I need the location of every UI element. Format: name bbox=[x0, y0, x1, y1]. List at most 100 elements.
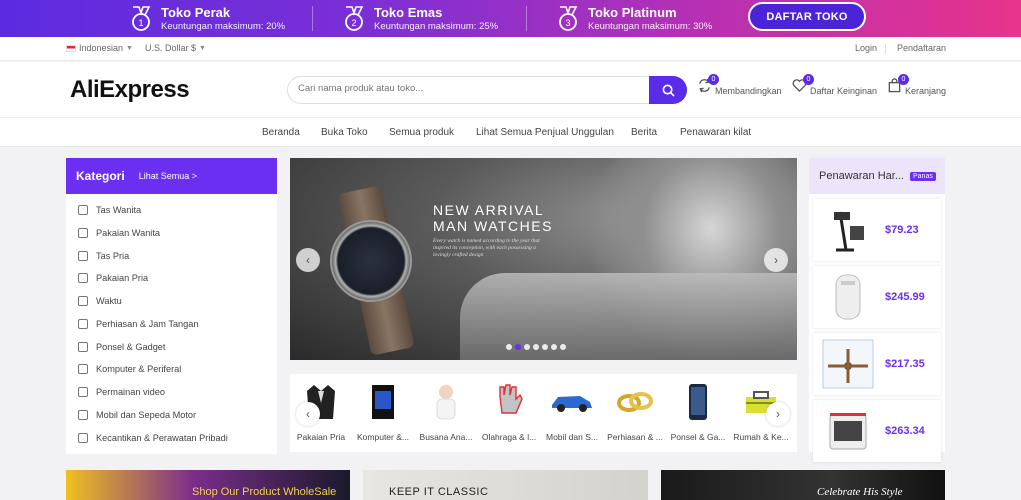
watch-image bbox=[330, 220, 412, 302]
phone-icon bbox=[676, 382, 720, 422]
category-item-womens-bags[interactable]: Tas Wanita bbox=[78, 205, 141, 215]
category-item-video-games[interactable]: Permainan video bbox=[78, 387, 165, 397]
category-item-jewelry-watches[interactable]: Perhiasan & Jam Tangan bbox=[78, 319, 199, 329]
computer-icon bbox=[78, 364, 88, 374]
divider bbox=[885, 44, 886, 54]
main-nav: Beranda Buka Toko Semua produk Lihat Sem… bbox=[0, 118, 1021, 147]
classic-banner[interactable]: KEEP IT CLASSIC bbox=[363, 470, 648, 500]
divider bbox=[526, 6, 527, 31]
login-link[interactable]: Login bbox=[855, 43, 877, 53]
search-input[interactable] bbox=[298, 83, 638, 94]
divider bbox=[312, 6, 313, 31]
promo-tier-gold: 2 Toko Emas Keuntungan maksimum: 25% bbox=[343, 0, 498, 37]
strip-next-button[interactable]: › bbox=[766, 402, 790, 426]
nav-item-top-sellers[interactable]: Lihat Semua Penjual Unggulan bbox=[476, 127, 614, 138]
deal-item[interactable]: $217.35 bbox=[813, 333, 941, 395]
register-store-button[interactable]: DAFTAR TOKO bbox=[748, 2, 866, 31]
beauty-icon bbox=[78, 433, 88, 443]
carousel-dot[interactable] bbox=[560, 344, 566, 350]
ceiling-fan-image bbox=[819, 335, 877, 393]
compare-link[interactable]: 0 Membandingkan bbox=[697, 74, 782, 96]
register-link[interactable]: Pendaftaran bbox=[897, 43, 946, 53]
compare-count-badge: 0 bbox=[708, 74, 719, 85]
vacuum-image bbox=[819, 201, 877, 259]
chevron-left-icon: ‹ bbox=[306, 407, 310, 421]
svg-text:1: 1 bbox=[138, 18, 143, 28]
deal-price: $79.23 bbox=[885, 224, 919, 236]
language-selector[interactable]: Indonesian ▼ bbox=[66, 43, 133, 53]
deal-price: $217.35 bbox=[885, 358, 925, 370]
hero-headline: NEW ARRIVAL bbox=[433, 202, 545, 218]
svg-text:2: 2 bbox=[351, 18, 356, 28]
hot-deals-title: Penawaran Har... bbox=[819, 170, 904, 182]
nav-item-home[interactable]: Beranda bbox=[262, 127, 300, 138]
category-item-phones[interactable]: Ponsel & Gadget bbox=[78, 342, 165, 352]
category-item-womens-clothing[interactable]: Pakaian Wanita bbox=[78, 228, 160, 238]
category-item-time[interactable]: Waktu bbox=[78, 296, 122, 306]
category-item-vehicles[interactable]: Mobil dan Sepeda Motor bbox=[78, 410, 196, 420]
category-item-beauty[interactable]: Kecantikan & Perawatan Pribadi bbox=[78, 433, 228, 443]
bag-icon bbox=[78, 205, 88, 215]
phone-icon bbox=[78, 342, 88, 352]
promo-tier-title: Toko Perak bbox=[161, 4, 231, 20]
compare-label: Membandingkan bbox=[715, 86, 782, 96]
category-item-computers[interactable]: Komputer & Periferal bbox=[78, 364, 181, 374]
carousel-dot[interactable] bbox=[542, 344, 548, 350]
deal-price: $263.34 bbox=[885, 425, 925, 437]
carousel-dot[interactable] bbox=[524, 344, 530, 350]
strip-item-computers[interactable]: Komputer &... bbox=[353, 382, 413, 442]
nav-item-flash-deals[interactable]: Penawaran kilat bbox=[680, 127, 751, 138]
category-item-mens-clothing[interactable]: Pakaian Pria bbox=[78, 273, 148, 283]
search-icon bbox=[662, 84, 675, 97]
carousel-dot[interactable] bbox=[515, 344, 521, 350]
deal-item[interactable]: $263.34 bbox=[813, 400, 941, 462]
strip-item-kids[interactable]: Busana Ana... bbox=[416, 382, 476, 442]
wishlist-link[interactable]: 0 Daftar Keinginan bbox=[792, 74, 877, 96]
strip-prev-button[interactable]: ‹ bbox=[296, 402, 320, 426]
strip-item-vehicles[interactable]: Mobil dan S... bbox=[542, 382, 602, 442]
hero-carousel[interactable]: NEW ARRIVAL MAN WATCHES Every watch is n… bbox=[290, 158, 797, 360]
carousel-dots bbox=[506, 344, 566, 350]
strip-item-jewelry[interactable]: Perhiasan & ... bbox=[605, 382, 665, 442]
air-fryer-image bbox=[819, 402, 877, 460]
carousel-dot[interactable] bbox=[551, 344, 557, 350]
deal-item[interactable]: $79.23 bbox=[813, 199, 941, 261]
chevron-right-icon: › bbox=[774, 253, 778, 267]
wishlist-count-badge: 0 bbox=[803, 74, 814, 85]
carousel-prev-button[interactable]: ‹ bbox=[296, 248, 320, 272]
category-item-mens-bags[interactable]: Tas Pria bbox=[78, 251, 129, 261]
wholesale-banner[interactable]: Shop Our Product WholeSale bbox=[66, 470, 350, 500]
logo[interactable]: AliExpress bbox=[70, 76, 190, 104]
nav-item-all-products[interactable]: Semua produk bbox=[389, 127, 454, 138]
search-button[interactable] bbox=[649, 76, 687, 104]
currency-selector[interactable]: U.S. Dollar $ ▼ bbox=[145, 43, 206, 53]
medal-icon: 3 bbox=[559, 5, 578, 31]
cart-label: Keranjang bbox=[905, 86, 947, 96]
deal-price: $245.99 bbox=[885, 291, 925, 303]
promo-tier-subtitle: Keuntungan maksimum: 30% bbox=[588, 20, 713, 32]
cart-link[interactable]: 0 Keranjang bbox=[887, 74, 947, 96]
see-all-categories-link[interactable]: Lihat Semua > bbox=[139, 171, 197, 181]
language-label: Indonesian bbox=[79, 43, 124, 53]
nav-item-open-store[interactable]: Buka Toko bbox=[321, 127, 368, 138]
style-banner[interactable]: Celebrate His Style bbox=[661, 470, 945, 500]
strip-item-sports[interactable]: Olahraga & l... bbox=[479, 382, 539, 442]
air-purifier-image bbox=[819, 268, 877, 326]
car-icon bbox=[550, 382, 594, 422]
strip-item-phones[interactable]: Ponsel & Ga... bbox=[668, 382, 728, 442]
promo-tier-platinum: 3 Toko Platinum Keuntungan maksimum: 30% bbox=[557, 0, 712, 37]
deal-item[interactable]: $245.99 bbox=[813, 266, 941, 328]
jewelry-icon bbox=[78, 319, 88, 329]
baby-icon bbox=[424, 382, 468, 422]
classic-banner-text: KEEP IT CLASSIC bbox=[389, 486, 489, 498]
top-bar: Indonesian ▼ U.S. Dollar $ ▼ Login Penda… bbox=[0, 37, 1021, 61]
category-panel: Kategori Lihat Semua > Tas Wanita Pakaia… bbox=[66, 158, 277, 454]
medal-icon: 1 bbox=[132, 5, 151, 31]
carousel-next-button[interactable]: › bbox=[764, 248, 788, 272]
carousel-dot[interactable] bbox=[506, 344, 512, 350]
medal-icon: 2 bbox=[345, 5, 364, 31]
nav-item-news[interactable]: Berita bbox=[631, 127, 657, 138]
pc-case-icon bbox=[361, 382, 405, 422]
watch-icon bbox=[78, 296, 88, 306]
carousel-dot[interactable] bbox=[533, 344, 539, 350]
